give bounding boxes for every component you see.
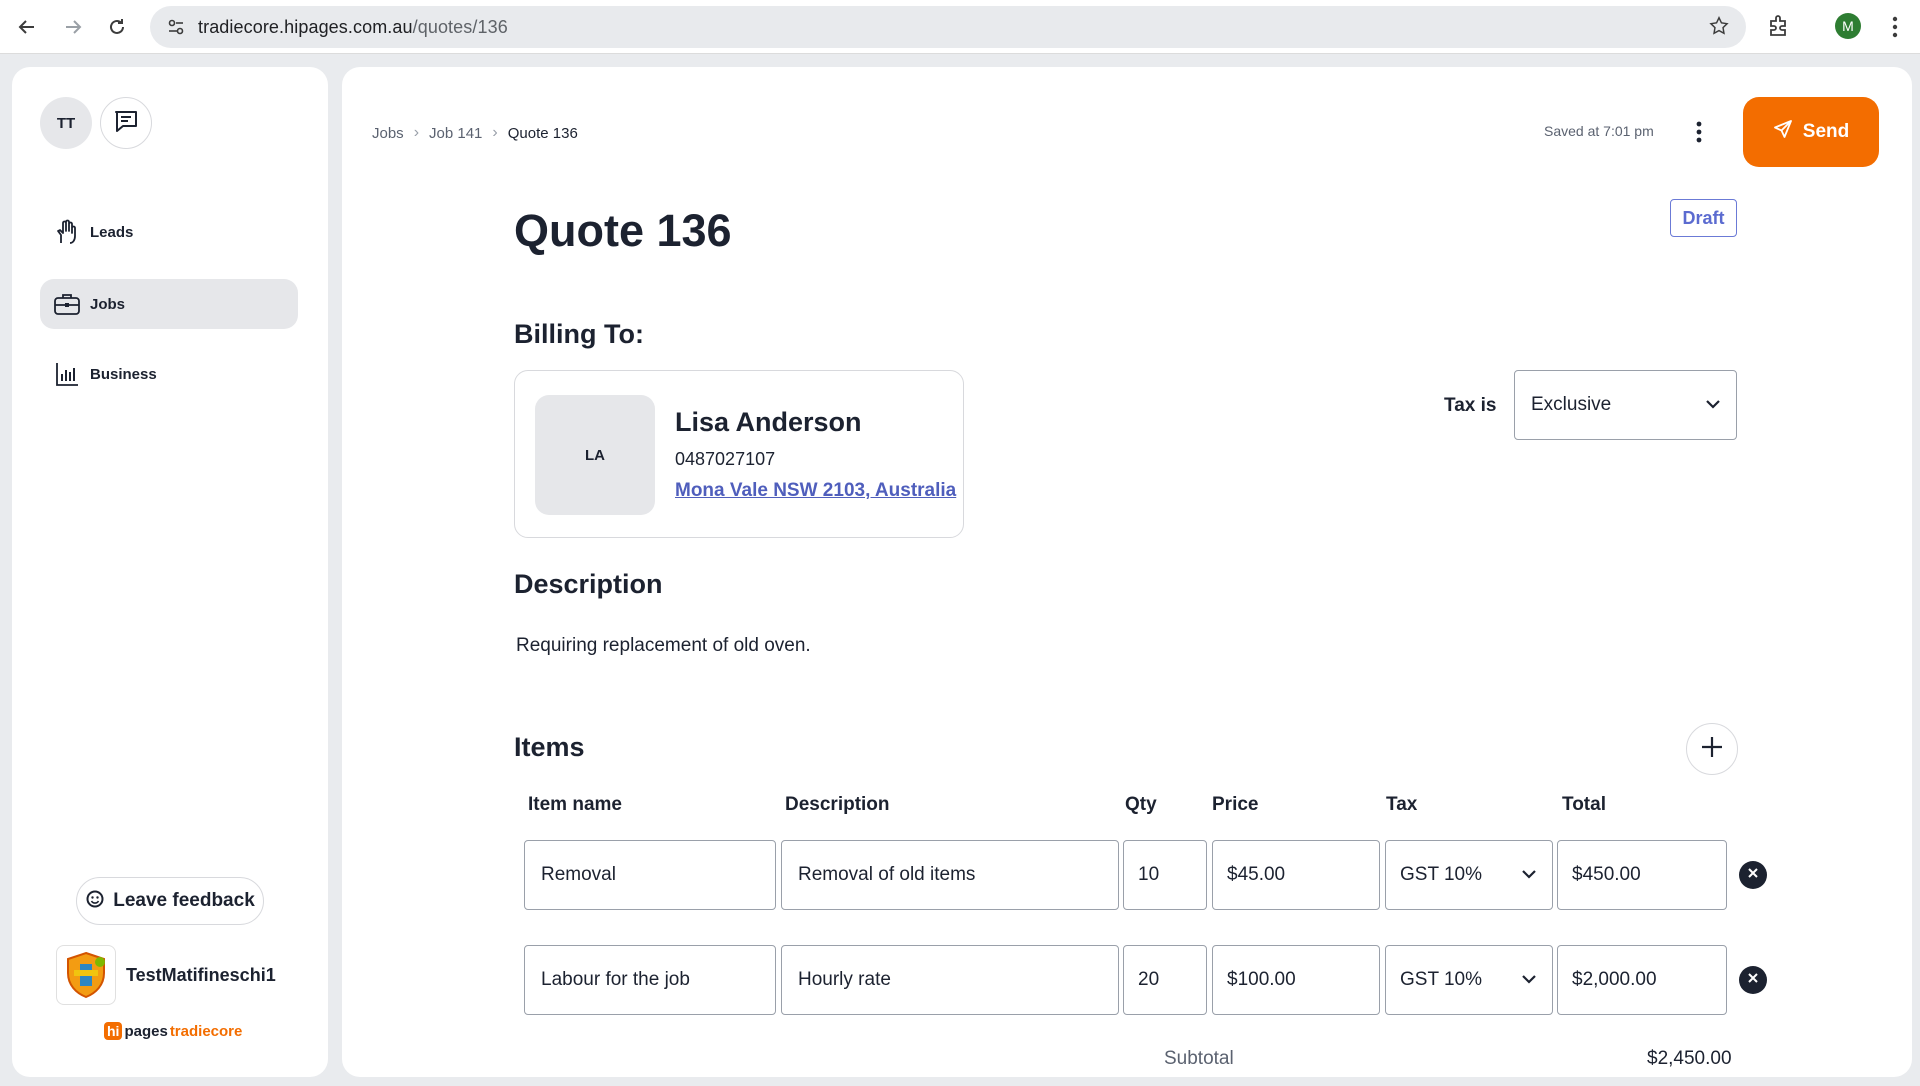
customer-avatar: LA	[535, 395, 655, 515]
item-total-input[interactable]: $2,000.00	[1557, 945, 1727, 1015]
billing-heading: Billing To:	[514, 319, 644, 349]
sidebar-item-label: Leads	[90, 223, 134, 241]
column-header-price: Price	[1212, 794, 1259, 815]
user-avatar[interactable]: TT	[40, 97, 92, 149]
hipages-tradiecore-logo: hi pages tradiecore	[104, 1022, 242, 1040]
close-icon	[1747, 866, 1759, 884]
briefcase-icon	[52, 289, 82, 319]
customer-phone: 0487027107	[675, 449, 776, 469]
description-heading: Description	[514, 569, 663, 599]
feedback-label: Leave feedback	[113, 890, 255, 911]
breadcrumb-current: Quote 136	[507, 124, 578, 142]
item-tax-select[interactable]: GST 10%	[1385, 840, 1553, 910]
site-settings-icon[interactable]	[164, 15, 188, 39]
item-price-input[interactable]: $100.00	[1212, 945, 1380, 1015]
chevron-down-icon	[1520, 970, 1538, 994]
add-item-button[interactable]	[1686, 723, 1738, 775]
send-label: Send	[1802, 121, 1850, 142]
chevron-right-icon: ›	[492, 124, 498, 141]
send-button[interactable]: Send	[1743, 97, 1879, 167]
description-text[interactable]: Requiring replacement of old oven.	[516, 635, 811, 657]
chevron-down-icon	[1520, 865, 1538, 889]
column-header-total: Total	[1562, 794, 1606, 815]
chat-icon	[111, 106, 141, 141]
page-title: Quote 136	[514, 205, 732, 256]
status-badge: Draft	[1670, 199, 1737, 237]
forward-icon[interactable]	[56, 10, 90, 44]
item-tax-value: GST 10%	[1400, 864, 1483, 885]
business-profile[interactable]: TestMatifineschi1	[56, 945, 276, 1005]
back-icon[interactable]	[10, 10, 44, 44]
profile-avatar[interactable]: M	[1835, 13, 1861, 39]
url-text: tradiecore.hipages.com.au/quotes/136	[198, 16, 508, 37]
saved-status: Saved at 7:01 pm	[1544, 123, 1654, 139]
item-tax-value: GST 10%	[1400, 969, 1483, 990]
item-qty-input[interactable]: 20	[1123, 945, 1207, 1015]
extensions-icon[interactable]	[1765, 12, 1795, 42]
sidebar-item-label: Jobs	[90, 295, 126, 313]
item-description-input[interactable]: Removal of old items	[781, 840, 1119, 910]
main-panel: Jobs › Job 141 › Quote 136 Saved at 7:01…	[342, 67, 1912, 1077]
tax-mode-value: Exclusive	[1531, 394, 1612, 415]
address-bar[interactable]: tradiecore.hipages.com.au/quotes/136	[150, 6, 1746, 48]
hand-icon	[52, 217, 82, 247]
breadcrumb-job[interactable]: Job 141	[429, 125, 482, 142]
item-total-input[interactable]: $450.00	[1557, 840, 1727, 910]
column-header-item-name: Item name	[528, 794, 622, 815]
chevron-right-icon: ›	[413, 124, 420, 141]
item-price-input[interactable]: $45.00	[1212, 840, 1380, 910]
sidebar-item-jobs[interactable]: Jobs	[40, 279, 298, 329]
feedback-icon	[85, 889, 105, 914]
sidebar-item-leads[interactable]: Leads	[40, 207, 298, 257]
item-description-input[interactable]: Hourly rate	[781, 945, 1119, 1015]
column-header-tax: Tax	[1386, 794, 1418, 815]
item-qty-input[interactable]: 10	[1123, 840, 1207, 910]
sidebar-item-label: Business	[90, 365, 157, 383]
column-header-qty: Qty	[1125, 794, 1157, 815]
more-options-icon[interactable]	[1687, 117, 1711, 147]
customer-name: Lisa Anderson	[675, 407, 862, 437]
remove-item-button[interactable]	[1739, 861, 1767, 889]
remove-item-button[interactable]	[1739, 966, 1767, 994]
tax-mode-select[interactable]: Exclusive	[1514, 370, 1737, 440]
bar-chart-icon	[52, 359, 82, 389]
chevron-down-icon	[1704, 395, 1722, 419]
customer-card: LA Lisa Anderson 0487027107 Mona Vale NS…	[514, 370, 964, 538]
business-logo	[56, 945, 116, 1005]
leave-feedback-button[interactable]: Leave feedback	[76, 877, 264, 925]
sidebar: TT Leads Jobs Business Leave feedback Te…	[12, 67, 328, 1077]
bookmark-star-icon[interactable]	[1708, 15, 1732, 39]
sidebar-item-business[interactable]: Business	[40, 349, 298, 399]
plus-icon	[1699, 734, 1725, 765]
tax-label: Tax is	[1444, 395, 1497, 416]
business-name: TestMatifineschi1	[126, 964, 276, 985]
item-tax-select[interactable]: GST 10%	[1385, 945, 1553, 1015]
browser-menu-icon[interactable]	[1880, 12, 1910, 42]
subtotal-label: Subtotal	[1164, 1048, 1234, 1069]
subtotal-value: $2,450.00	[1647, 1048, 1732, 1069]
breadcrumb: Jobs › Job 141 › Quote 136	[372, 124, 578, 142]
item-name-input[interactable]: Removal	[524, 840, 776, 910]
reload-icon[interactable]	[100, 10, 134, 44]
items-heading: Items	[514, 732, 585, 762]
customer-address-link[interactable]: Mona Vale NSW 2103, Australia	[675, 480, 956, 502]
browser-toolbar: tradiecore.hipages.com.au/quotes/136 M	[0, 0, 1920, 54]
send-icon	[1773, 119, 1793, 145]
close-icon	[1747, 971, 1759, 989]
breadcrumb-jobs[interactable]: Jobs	[372, 125, 404, 142]
messages-button[interactable]	[100, 97, 152, 149]
item-name-input[interactable]: Labour for the job	[524, 945, 776, 1015]
column-header-description: Description	[785, 794, 890, 815]
